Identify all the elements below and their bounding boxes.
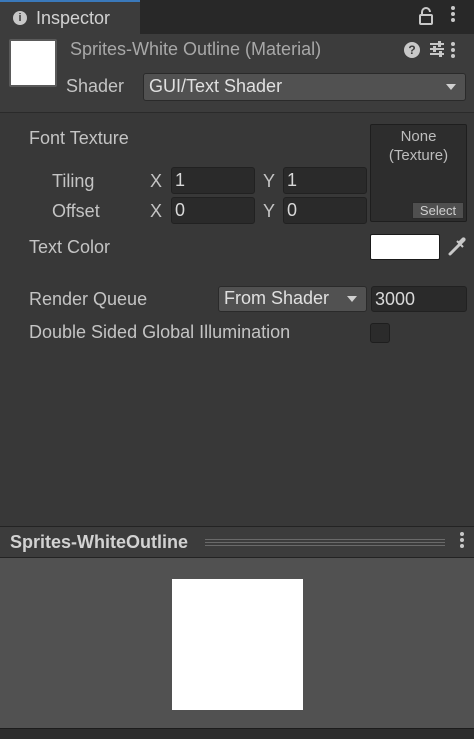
- info-icon: i: [13, 11, 27, 25]
- text-color-label: Text Color: [29, 237, 111, 257]
- shader-value: GUI/Text Shader: [149, 76, 283, 96]
- help-icon[interactable]: ?: [404, 42, 420, 58]
- tab-inspector-label: Inspector: [36, 8, 111, 28]
- preview-header[interactable]: Sprites-WhiteOutline: [0, 526, 474, 558]
- shader-dropdown[interactable]: GUI/Text Shader: [143, 73, 466, 101]
- material-title: Sprites-White Outline (Material): [70, 39, 322, 59]
- render-queue-mode: From Shader: [224, 288, 330, 308]
- font-texture-label: Font Texture: [29, 128, 129, 148]
- render-queue-dropdown[interactable]: From Shader: [218, 286, 367, 312]
- offset-y-label: Y: [263, 201, 276, 221]
- preset-sliders-icon[interactable]: [428, 40, 446, 58]
- texture-slot[interactable]: None (Texture) Select: [370, 124, 467, 222]
- kebab-menu-icon[interactable]: [450, 42, 456, 62]
- lock-icon[interactable]: [418, 6, 434, 26]
- texture-slot-text: None (Texture): [388, 128, 449, 164]
- kebab-menu-icon[interactable]: [459, 532, 465, 552]
- tiling-y-field[interactable]: 1: [283, 167, 367, 194]
- preview-drag-grip[interactable]: [205, 539, 445, 546]
- double-sided-gi-label: Double Sided Global Illumination: [29, 322, 291, 342]
- preview-quad: [172, 579, 303, 710]
- tiling-label: Tiling: [52, 171, 95, 191]
- tiling-x-field[interactable]: 1: [171, 167, 255, 194]
- dropdown-arrow-icon: [347, 296, 357, 302]
- tab-inspector[interactable]: i Inspector: [0, 0, 140, 34]
- offset-x-label: X: [150, 201, 163, 221]
- text-color-swatch[interactable]: [370, 234, 440, 260]
- offset-x-field[interactable]: 0: [171, 197, 255, 224]
- texture-select-button[interactable]: Select: [412, 202, 464, 219]
- shader-label: Shader: [66, 76, 125, 96]
- preview-title: Sprites-WhiteOutline: [10, 532, 189, 552]
- offset-y-field[interactable]: 0: [283, 197, 367, 224]
- bottom-strip: [0, 728, 474, 739]
- material-header: Sprites-White Outline (Material) ? Shade…: [0, 34, 474, 113]
- render-queue-label: Render Queue: [29, 289, 148, 309]
- double-sided-gi-checkbox[interactable]: [370, 323, 390, 343]
- material-thumbnail: [9, 39, 57, 87]
- tab-bar: i Inspector: [0, 0, 474, 34]
- tiling-y-label: Y: [263, 171, 276, 191]
- offset-label: Offset: [52, 201, 100, 221]
- dropdown-arrow-icon: [446, 84, 456, 90]
- kebab-menu-icon[interactable]: [450, 6, 456, 26]
- tiling-x-label: X: [150, 171, 163, 191]
- eyedropper-icon[interactable]: [444, 234, 468, 260]
- preview-area[interactable]: [0, 558, 474, 728]
- render-queue-value-field[interactable]: 3000: [371, 286, 467, 312]
